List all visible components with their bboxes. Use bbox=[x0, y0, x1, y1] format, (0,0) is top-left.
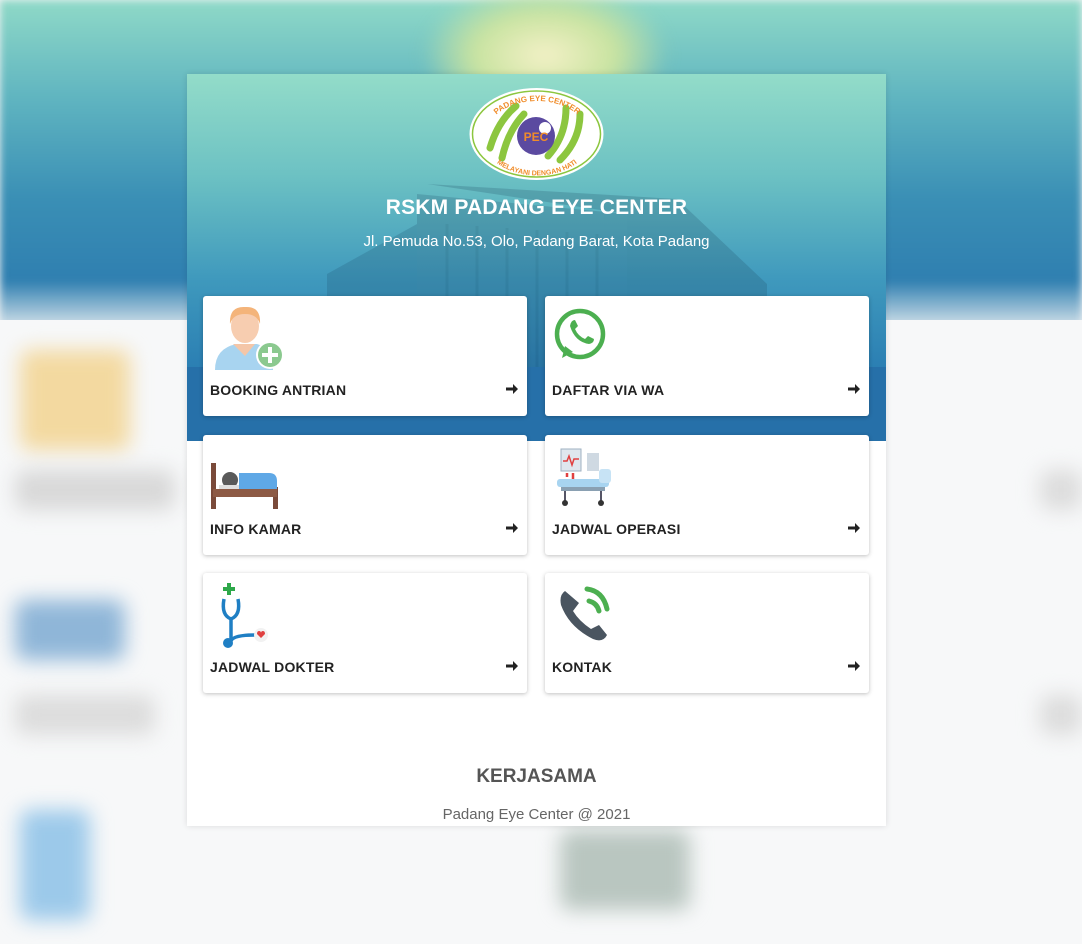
bed-icon bbox=[211, 463, 278, 509]
arrow-right-icon bbox=[506, 384, 518, 394]
menu-jadwal-dokter[interactable]: JADWAL DOKTER bbox=[203, 573, 527, 693]
whatsapp-icon bbox=[554, 308, 606, 360]
menu-kontak[interactable]: KONTAK bbox=[545, 573, 869, 693]
phone-call-icon bbox=[560, 586, 610, 641]
menu-label: BOOKING ANTRIAN bbox=[210, 382, 347, 398]
arrow-right-icon bbox=[848, 384, 860, 394]
arrow-right-icon bbox=[848, 523, 860, 533]
menu-label: JADWAL OPERASI bbox=[552, 521, 681, 537]
arrow-right-icon bbox=[506, 523, 518, 533]
menu-booking-antrian[interactable]: BOOKING ANTRIAN bbox=[203, 296, 527, 416]
menu-label: DAFTAR VIA WA bbox=[552, 382, 665, 398]
footer-copyright: Padang Eye Center @ 2021 bbox=[442, 806, 631, 823]
menu-label: INFO KAMAR bbox=[210, 521, 302, 537]
menu-info-kamar[interactable]: INFO KAMAR bbox=[203, 435, 527, 555]
menu-label: JADWAL DOKTER bbox=[210, 659, 335, 675]
hospital-logo: PEC PADANG EYE CENTER MELAYANI DENGAN HA… bbox=[469, 88, 604, 180]
menu-label: KONTAK bbox=[552, 659, 613, 675]
logo-center-text: PEC bbox=[524, 130, 549, 144]
main-panel: PEC PADANG EYE CENTER MELAYANI DENGAN HA… bbox=[187, 74, 886, 826]
menu-jadwal-operasi[interactable]: JADWAL OPERASI bbox=[545, 435, 869, 555]
menu-daftar-via-wa[interactable]: DAFTAR VIA WA bbox=[545, 296, 869, 416]
arrow-right-icon bbox=[848, 661, 860, 671]
user-add-icon bbox=[215, 306, 284, 370]
operating-table-icon bbox=[557, 448, 611, 506]
stethoscope-icon bbox=[221, 583, 268, 648]
hospital-address: Jl. Pemuda No.53, Olo, Padang Barat, Kot… bbox=[363, 233, 710, 250]
section-title-kerjasama: KERJASAMA bbox=[476, 766, 597, 787]
arrow-right-icon bbox=[506, 661, 518, 671]
hospital-name: RSKM PADANG EYE CENTER bbox=[385, 196, 688, 219]
